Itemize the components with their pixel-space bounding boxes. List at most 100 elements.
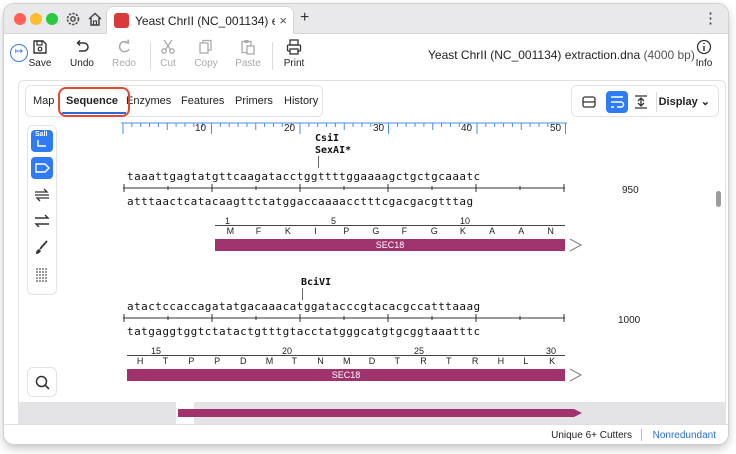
paste-button[interactable]: Paste [228,38,268,69]
redundancy-mode-link[interactable]: Nonredundant [653,430,716,441]
enzyme-label-bcivi[interactable]: BciVI [301,277,331,288]
scissors-icon [161,39,175,54]
save-label: Save [28,58,52,69]
ruler-label-20: 20 [284,123,296,134]
snapgene-file-icon [114,13,129,28]
show-orfs-button[interactable] [31,210,53,232]
enzyme-label-csii[interactable]: CsiI [315,133,339,144]
enzyme-set-selector[interactable]: Unique 6+ Cutters [551,430,632,441]
sequence-panel: Map Sequence Enzymes Features Primers Hi… [18,80,726,424]
document-title: Yeast ChrII (NC_001134) extraction.dna (… [428,48,695,62]
amino-acid: K [284,226,291,236]
main-toolbar: ↦ Save Undo Redo Cut Copy Paste Print Ye… [4,34,728,78]
ruler-label-50: 50 [550,123,562,134]
status-divider [641,429,642,441]
strand-scale [123,184,565,192]
show-primers-button[interactable] [31,184,53,206]
show-enzymes-button[interactable]: SalI [31,130,53,152]
translation-icon [36,268,48,282]
tab-primers[interactable]: Primers [235,95,273,107]
tab-enzymes[interactable]: Enzymes [126,95,171,107]
info-button[interactable]: Info [684,38,724,69]
new-tab-button[interactable]: + [300,9,309,27]
cut-button[interactable]: Cut [148,38,188,69]
bottom-strand[interactable]: tatgaggtggtctatactgtttgtacctatgggcatgtgc… [127,325,481,338]
linear-view-button[interactable] [630,91,652,113]
sequence-view[interactable]: 10 20 30 40 50 CsiI SexAI* taaattgagtatg… [65,121,715,399]
close-tab-icon[interactable]: × [279,13,287,28]
enzyme-cut-icon [37,140,46,147]
amino-acid: I [314,226,317,236]
vertical-scrollbar[interactable] [716,191,721,207]
cut-site-marker [318,156,319,168]
copy-icon [199,39,212,54]
undo-button[interactable]: Undo [62,38,102,69]
feature-direction-arrow-icon [569,238,583,252]
ruler-label-10: 10 [195,123,207,134]
sequence-minimap[interactable] [18,402,726,424]
minimap-feature-arrow [178,409,582,417]
sequence-position: 1000 [618,315,641,326]
primers-icon [35,188,49,202]
info-label: Info [695,58,713,69]
feature-sec18[interactable]: SEC18 [127,369,565,381]
amino-acid: H [136,356,144,366]
amino-acid: N [317,356,324,366]
show-features-button[interactable] [31,157,53,179]
tab-features[interactable]: Features [181,95,224,107]
amino-acid: T [394,356,401,366]
display-menu[interactable]: Display ⌄ [659,95,710,108]
show-both-strands-button[interactable] [578,91,600,113]
feature-sec18[interactable]: SEC18 [215,239,565,251]
highlight-ring [58,87,130,117]
app-window: Yeast ChrII (NC_001134) extr × + ⋮ ↦ Sav… [4,4,728,444]
copy-button[interactable]: Copy [186,38,226,69]
bottom-strand[interactable]: atttaactcatacaagttctatggaccaaaacctttcgac… [127,195,474,208]
tab-map[interactable]: Map [33,95,54,107]
amino-acid: A [489,226,496,236]
feature-direction-arrow-icon [569,368,583,382]
enzyme-label-sexai[interactable]: SexAI* [315,145,351,156]
zoom-window-button[interactable] [46,13,58,25]
document-name: Yeast ChrII (NC_001134) extraction.dna [428,48,641,62]
redo-button[interactable]: Redo [104,38,144,69]
top-strand[interactable]: atactccaccagatatgacaaacatggatacccgtacacg… [127,300,481,313]
status-bar: Unique 6+ Cutters Nonredundant [4,424,728,444]
wrap-icon [611,96,625,108]
more-menu-icon[interactable]: ⋮ [703,9,718,27]
amino-acid: R [420,356,427,366]
find-button[interactable] [27,367,57,397]
save-button[interactable]: Save [20,38,60,69]
amino-acid: G [430,226,438,236]
print-button[interactable]: Print [274,38,314,69]
top-strand[interactable]: taaattgagtatgttcaagatacctggttttggaaaagct… [127,170,481,183]
ruler-label-30: 30 [373,123,385,134]
amino-acid: T [162,356,169,366]
tab-bar: Yeast ChrII (NC_001134) extr × + ⋮ [4,4,728,34]
save-icon [33,40,47,54]
show-translations-button[interactable] [31,264,53,286]
copy-label: Copy [194,58,218,69]
redo-icon [118,39,130,53]
orfs-icon [34,214,50,228]
display-label: Display [658,96,698,108]
minimize-window-button[interactable] [30,13,42,25]
redo-label: Redo [112,58,136,69]
view-options: Display ⌄ [571,85,719,117]
cut-label: Cut [160,58,176,69]
show-colors-button[interactable] [31,237,53,259]
amino-acid: D [368,356,376,366]
wrap-sequence-button[interactable] [606,91,628,113]
home-icon[interactable] [86,10,104,28]
amino-acid: P [214,356,221,366]
amino-acid: K [459,226,466,236]
tab-history[interactable]: History [284,95,318,107]
document-tab[interactable]: Yeast ChrII (NC_001134) extr × [106,6,294,34]
strands-icon [582,96,596,108]
feature-arrow-icon [35,163,50,173]
close-window-button[interactable] [14,13,26,25]
printer-icon [286,39,302,55]
amino-acid: L [523,356,529,366]
gear-icon[interactable] [64,10,82,28]
amino-acid: H [497,356,505,366]
